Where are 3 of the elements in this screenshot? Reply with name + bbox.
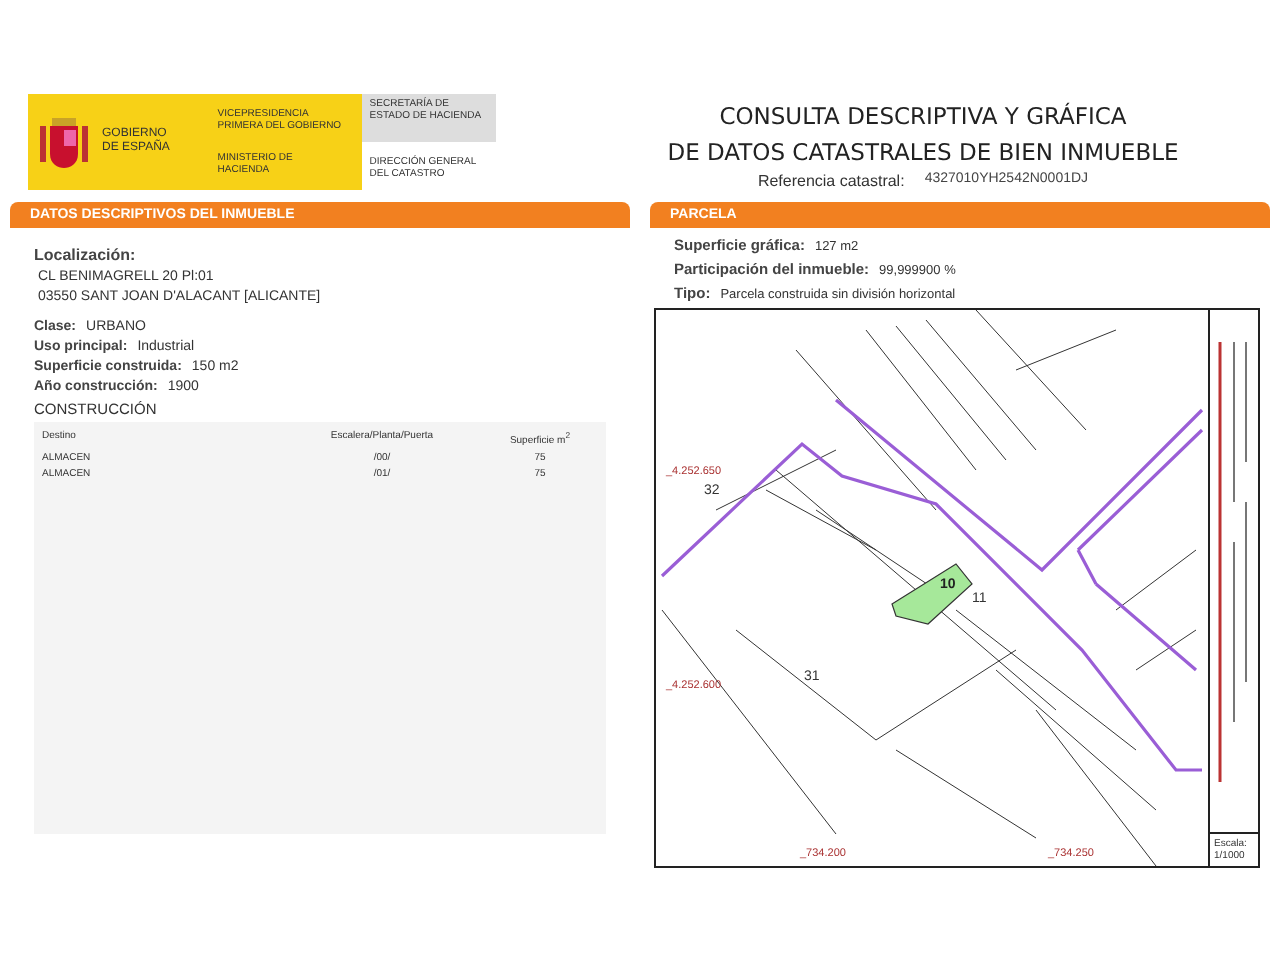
page-title: CONSULTA DESCRIPTIVA Y GRÁFICA DE DATOS CATASTRALES DE BIEN INMUEBLE [667,100,1179,170]
field-label: Localización: [34,246,138,264]
reference-label: Referencia catastral: [757,172,905,190]
